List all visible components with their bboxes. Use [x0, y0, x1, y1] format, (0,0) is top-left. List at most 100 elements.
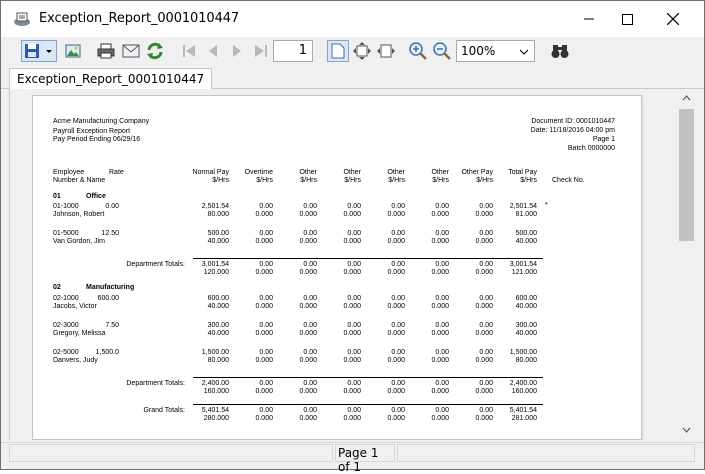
status-panel-right	[397, 444, 695, 462]
amount-cell: 0.00	[259, 261, 273, 268]
refresh-button[interactable]	[144, 40, 166, 62]
status-bar: Page 1 of 1	[1, 442, 704, 474]
column-header-unit: $/Hrs	[432, 177, 449, 184]
amount-cell: 0.00	[479, 230, 493, 237]
column-header-unit: $/Hrs	[212, 177, 229, 184]
first-page-button[interactable]	[178, 40, 200, 62]
page-number-input[interactable]: 1	[273, 40, 313, 62]
app-icon	[13, 11, 31, 27]
hours-cell: 0.000	[299, 415, 317, 422]
hours-cell: 0.000	[255, 357, 273, 364]
amount-cell: 0.00	[303, 230, 317, 237]
report-viewport[interactable]: Acme Manufacturing Company Payroll Excep…	[9, 89, 679, 440]
hours-cell: 0.000	[387, 238, 405, 245]
page-icon	[331, 43, 345, 59]
print-button[interactable]	[95, 40, 117, 62]
scroll-down-icon[interactable]	[682, 427, 691, 433]
amount-cell: 0.00	[303, 322, 317, 329]
zoom-in-button[interactable]	[407, 40, 429, 62]
hours-cell: 160.000	[511, 388, 537, 395]
hours-cell: 281.000	[511, 415, 537, 422]
previous-page-icon	[209, 45, 217, 57]
save-button[interactable]	[21, 40, 57, 62]
hours-cell: 0.000	[387, 330, 405, 337]
fit-width-button[interactable]	[375, 40, 397, 62]
amount-cell: 1,500.00	[201, 349, 229, 356]
hours-cell: 0.000	[343, 357, 361, 364]
last-page-icon	[255, 45, 267, 57]
vertical-scrollbar[interactable]	[678, 89, 696, 440]
envelope-icon	[122, 44, 140, 58]
single-page-view-button[interactable]	[327, 40, 349, 62]
tab-exception-report[interactable]: Exception_Report_0001010447	[9, 68, 213, 90]
maximize-button[interactable]	[604, 1, 650, 37]
hours-cell: 0.000	[255, 238, 273, 245]
employee-number: 01-5000	[53, 230, 79, 237]
find-button[interactable]	[549, 40, 571, 62]
fit-page-button[interactable]	[351, 40, 373, 62]
hours-cell: 0.000	[431, 269, 449, 276]
hours-cell: 0.000	[475, 415, 493, 422]
employee-rate: 0.00	[105, 203, 119, 210]
amount-cell: 0.00	[391, 322, 405, 329]
zoom-select[interactable]: 100%	[456, 40, 535, 62]
hours-cell: 0.000	[431, 388, 449, 395]
pay-period: Pay Period Ending 06/29/16	[53, 136, 141, 143]
amount-cell: 600.00	[515, 295, 537, 302]
hours-cell: 0.000	[387, 211, 405, 218]
exception-flag: *	[545, 202, 548, 209]
hours-cell: 280.000	[203, 415, 229, 422]
amount-cell: 0.00	[259, 295, 273, 302]
email-button[interactable]	[120, 40, 142, 62]
previous-page-button[interactable]	[202, 40, 224, 62]
hours-cell: 40.000	[207, 238, 229, 245]
hours-cell: 40.000	[515, 330, 537, 337]
column-header-unit: $/Hrs	[520, 177, 537, 184]
employee-number: 02-1000	[53, 295, 79, 302]
amount-cell: 3,001.54	[509, 261, 537, 268]
next-page-icon	[233, 45, 241, 57]
amount-cell: 0.00	[347, 230, 361, 237]
column-header: Other	[431, 169, 449, 176]
amount-cell: 0.00	[391, 261, 405, 268]
hours-cell: 40.000	[515, 303, 537, 310]
hours-cell: 0.000	[475, 388, 493, 395]
amount-cell: 2,400.00	[201, 380, 229, 387]
zoom-out-icon	[433, 42, 451, 60]
scrollbar-thumb[interactable]	[679, 109, 694, 241]
amount-cell: 1,500.00	[509, 349, 537, 356]
export-image-button[interactable]	[62, 40, 84, 62]
hours-cell: 0.000	[431, 303, 449, 310]
last-page-button[interactable]	[250, 40, 272, 62]
document-id: Document ID: 0001010447	[531, 118, 615, 125]
hours-cell: 0.000	[255, 211, 273, 218]
batch-label: Batch 0000000	[567, 145, 615, 152]
employee-rate: 7.50	[105, 322, 119, 329]
amount-cell: 0.00	[391, 230, 405, 237]
amount-cell: 0.00	[259, 230, 273, 237]
employee-name: Jacobs, Victor	[53, 303, 97, 310]
report-title: Payroll Exception Report	[53, 128, 131, 135]
hours-cell: 80.000	[207, 211, 229, 218]
scroll-up-icon[interactable]	[682, 95, 691, 101]
hours-cell: 0.000	[431, 415, 449, 422]
hours-cell: 40.000	[207, 303, 229, 310]
employee-rate: 12.50	[101, 230, 119, 237]
report-viewer-window: Exception_Report_0001010447 1 100% Excep…	[0, 0, 705, 474]
amount-cell: 0.00	[479, 380, 493, 387]
amount-cell: 0.00	[391, 407, 405, 414]
amount-cell: 0.00	[259, 380, 273, 387]
picture-icon	[65, 44, 81, 58]
amount-cell: 0.00	[347, 407, 361, 414]
amount-cell: 0.00	[435, 322, 449, 329]
next-page-button[interactable]	[226, 40, 248, 62]
amount-cell: 0.00	[303, 349, 317, 356]
hours-cell: 0.000	[431, 211, 449, 218]
amount-cell: 0.00	[303, 203, 317, 210]
save-icon	[25, 44, 52, 58]
amount-cell: 0.00	[347, 261, 361, 268]
hours-cell: 0.000	[299, 330, 317, 337]
close-button[interactable]	[650, 1, 696, 37]
hours-cell: 80.000	[515, 357, 537, 364]
zoom-out-button[interactable]	[431, 40, 453, 62]
